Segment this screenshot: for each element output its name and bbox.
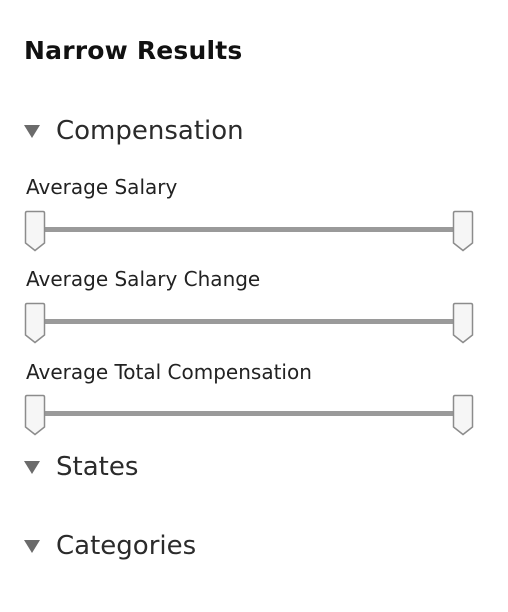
section-label-compensation: Compensation [56,116,244,146]
slider-max-handle[interactable] [452,210,474,252]
slider-min-handle[interactable] [24,210,46,252]
slider-max-handle[interactable] [452,302,474,344]
filter-label-average-total-compensation: Average Total Compensation [26,360,312,384]
section-header-categories[interactable]: Categories [24,529,196,563]
range-slider-average-salary-change[interactable] [24,302,474,346]
slider-track[interactable] [34,411,464,416]
filter-label-average-salary: Average Salary [26,175,178,199]
triangle-down-icon [24,124,40,138]
triangle-down-icon [24,539,40,553]
section-header-states[interactable]: States [24,450,138,484]
slider-track[interactable] [34,227,464,232]
panel-title: Narrow Results [24,36,243,65]
triangle-down-icon [24,460,40,474]
section-label-categories: Categories [56,531,197,561]
section-header-compensation[interactable]: Compensation [24,114,244,148]
slider-track[interactable] [34,319,464,324]
range-slider-average-total-compensation[interactable] [24,394,474,438]
slider-min-handle[interactable] [24,394,46,436]
slider-min-handle[interactable] [24,302,46,344]
filter-label-average-salary-change: Average Salary Change [26,267,261,291]
section-label-states: States [56,452,139,482]
slider-max-handle[interactable] [452,394,474,436]
range-slider-average-salary[interactable] [24,210,474,254]
